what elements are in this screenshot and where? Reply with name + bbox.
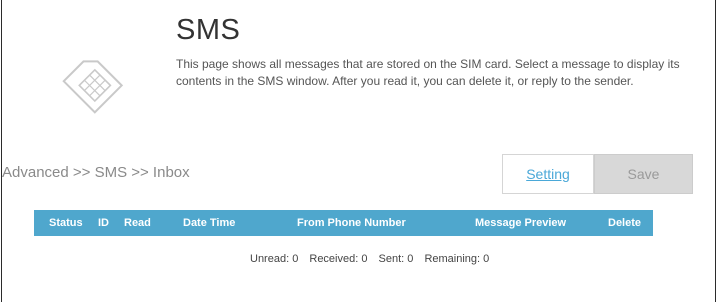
column-date-time[interactable]: Date Time (183, 217, 235, 229)
remaining-count: Remaining: 0 (424, 253, 490, 265)
column-status[interactable]: Status (49, 217, 83, 229)
column-id[interactable]: ID (98, 217, 109, 229)
received-count: Received: 0 (309, 253, 368, 265)
setting-button[interactable]: Setting (502, 154, 594, 194)
page-description: This page shows all messages that are st… (176, 57, 680, 88)
column-message-preview[interactable]: Message Preview (475, 217, 566, 229)
column-delete[interactable]: Delete (608, 217, 641, 229)
sim-card-icon (62, 60, 124, 114)
save-button[interactable]: Save (594, 154, 693, 194)
column-read[interactable]: Read (124, 217, 151, 229)
breadcrumb: Advanced >> SMS >> Inbox (2, 164, 190, 181)
inbox-table-header: Status ID Read Date Time From Phone Numb… (34, 210, 653, 236)
column-from-phone-number[interactable]: From Phone Number (297, 217, 406, 229)
message-counts: Unread: 0 Received: 0 Sent: 0 Remaining:… (250, 253, 489, 265)
page-title: SMS (176, 14, 241, 46)
unread-count: Unread: 0 (250, 253, 299, 265)
page-frame: SMS This page shows all messages that ar… (1, 0, 716, 302)
sent-count: Sent: 0 (378, 253, 414, 265)
